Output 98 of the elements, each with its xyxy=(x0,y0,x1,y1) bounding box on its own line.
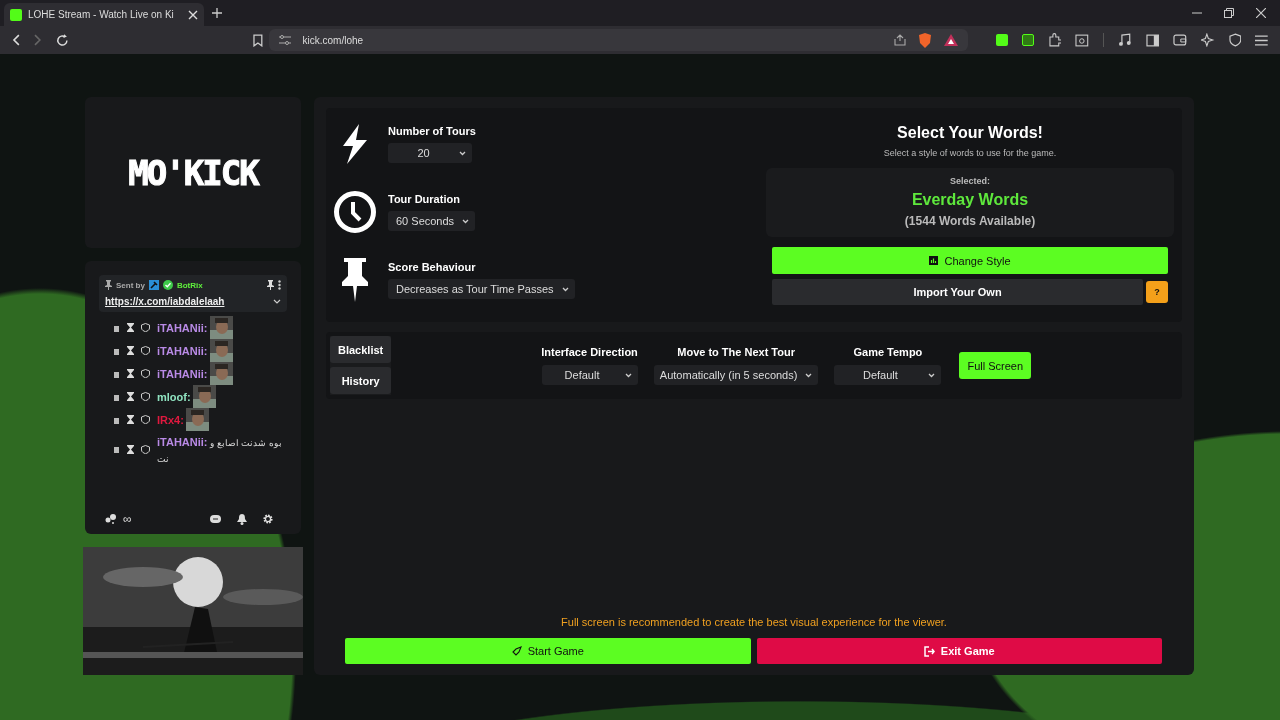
shield-icon[interactable] xyxy=(141,415,150,424)
site-settings-icon[interactable] xyxy=(278,35,291,45)
chat-bubble-icon[interactable] xyxy=(210,515,221,523)
shield-icon[interactable] xyxy=(1228,33,1242,47)
share-icon[interactable] xyxy=(894,34,906,46)
bookmark-icon[interactable] xyxy=(252,33,263,47)
chevron-down-icon xyxy=(805,372,813,378)
selected-label: Selected: xyxy=(950,176,990,186)
hourglass-icon[interactable] xyxy=(127,323,134,332)
option-label: Interface Direction xyxy=(541,346,638,358)
chevron-down-icon xyxy=(928,372,936,378)
section-subtitle: Select a style of words to use for the game. xyxy=(883,148,1057,158)
forward-icon[interactable] xyxy=(33,34,42,46)
hammer-badge-icon xyxy=(148,280,159,290)
delete-icon[interactable] xyxy=(113,323,120,332)
dropdown[interactable]: Default xyxy=(834,365,942,385)
settings-icon[interactable] xyxy=(263,514,273,524)
import-button[interactable]: Import Your Own xyxy=(772,279,1143,305)
kick-logo-icon xyxy=(10,8,22,21)
restore-icon[interactable] xyxy=(1224,8,1234,18)
sidebar-icon[interactable] xyxy=(1145,33,1160,47)
start-game-button[interactable]: Start Game xyxy=(345,638,751,664)
delete-icon[interactable] xyxy=(113,369,120,378)
setting-label: Number of Tours xyxy=(388,125,476,137)
chat-username[interactable]: iTAHANii: xyxy=(157,367,208,380)
extension-icon[interactable] xyxy=(1021,34,1034,46)
full-screen-button[interactable]: Full Screen xyxy=(959,352,1032,379)
chat-username[interactable]: iTAHANii: xyxy=(157,344,208,357)
reload-icon[interactable] xyxy=(55,33,69,47)
extension-icon[interactable] xyxy=(996,34,1008,46)
dropdown[interactable]: 60 Seconds xyxy=(388,211,476,231)
tab-title: LOHE Stream - Watch Live on Ki xyxy=(28,9,175,20)
shield-icon[interactable] xyxy=(141,369,150,378)
hourglass-icon[interactable] xyxy=(127,444,134,454)
chart-icon xyxy=(929,256,939,265)
shield-icon[interactable] xyxy=(141,444,150,454)
sparkle-icon[interactable] xyxy=(1200,33,1215,47)
address-bar[interactable]: kick.com/lohe xyxy=(268,29,968,51)
logo: MO'KICK xyxy=(128,152,258,193)
verified-badge-icon xyxy=(162,280,173,290)
chat-username[interactable]: mloof: xyxy=(157,390,191,403)
sent-by-label: Sent by xyxy=(116,280,145,290)
hourglass-icon[interactable] xyxy=(127,392,134,401)
hourglass-icon[interactable] xyxy=(127,369,134,378)
shield-icon[interactable] xyxy=(141,323,150,332)
dropdown[interactable]: 20 xyxy=(388,143,472,163)
delete-icon[interactable] xyxy=(113,445,120,453)
pin-icon xyxy=(105,280,112,290)
bot-name: BotRix xyxy=(176,280,203,290)
new-tab-icon[interactable] xyxy=(212,8,222,18)
chevron-down-icon xyxy=(459,150,466,156)
chat-username[interactable]: iTAHANii: xyxy=(157,321,208,334)
shield-icon[interactable] xyxy=(141,392,150,401)
selected-style-name: Everday Words xyxy=(911,191,1029,209)
chat-username[interactable]: IRx4: xyxy=(157,413,184,426)
word-count: (1544 Words Available) xyxy=(904,214,1036,228)
dots-icon[interactable] xyxy=(105,514,117,524)
menu-icon[interactable] xyxy=(1255,34,1269,46)
pinned-link[interactable]: https://x.com/iabdalelaah xyxy=(105,296,225,307)
setting-label: Tour Duration xyxy=(388,193,461,205)
back-icon[interactable] xyxy=(12,34,20,46)
dropdown[interactable]: Decreases as Tour Time Passes xyxy=(388,279,575,299)
change-style-button[interactable]: Change Style xyxy=(772,247,1168,274)
option-label: Game Tempo xyxy=(853,346,923,358)
wallet-icon[interactable] xyxy=(1173,34,1187,46)
browser-tab[interactable]: LOHE Stream - Watch Live on Ki xyxy=(4,3,204,26)
hourglass-icon[interactable] xyxy=(127,415,134,424)
pin-icon[interactable] xyxy=(267,280,274,290)
chevron-down-icon xyxy=(624,372,632,378)
exit-icon xyxy=(923,645,935,657)
bell-icon[interactable] xyxy=(237,513,247,525)
viewer-count: ∞ xyxy=(123,512,132,526)
shield-icon[interactable] xyxy=(141,346,150,355)
option-label: Move to The Next Tour xyxy=(677,346,795,358)
more-icon[interactable] xyxy=(278,280,281,290)
hourglass-icon[interactable] xyxy=(127,346,134,355)
dropdown[interactable]: Automatically (in 5 seconds) xyxy=(653,365,819,385)
setting-label: Score Behaviour xyxy=(388,261,477,273)
exit-game-button[interactable]: Exit Game xyxy=(756,638,1162,664)
section-title: Select Your Words! xyxy=(897,124,1043,142)
close-icon[interactable] xyxy=(188,9,198,20)
chevron-down-icon xyxy=(462,218,470,224)
delete-icon[interactable] xyxy=(113,415,120,424)
dropdown[interactable]: Default xyxy=(541,365,638,385)
triangle-icon[interactable] xyxy=(944,34,958,46)
help-button[interactable]: ? xyxy=(1146,281,1168,303)
clock-icon xyxy=(332,190,378,234)
chevron-down-icon[interactable] xyxy=(273,299,281,304)
music-icon[interactable] xyxy=(1117,33,1132,47)
recommendation-note: Full screen is recommended to create the best visual experience for the viewer. xyxy=(560,616,948,628)
delete-icon[interactable] xyxy=(113,392,120,401)
delete-icon[interactable] xyxy=(113,346,120,355)
screenshot-icon[interactable] xyxy=(1075,33,1089,47)
chevron-down-icon xyxy=(561,286,569,292)
menu-button[interactable]: Blacklist xyxy=(330,336,392,363)
menu-button[interactable]: History xyxy=(330,367,392,394)
puzzle-icon[interactable] xyxy=(1047,33,1062,47)
close-window-icon[interactable] xyxy=(1256,8,1266,18)
